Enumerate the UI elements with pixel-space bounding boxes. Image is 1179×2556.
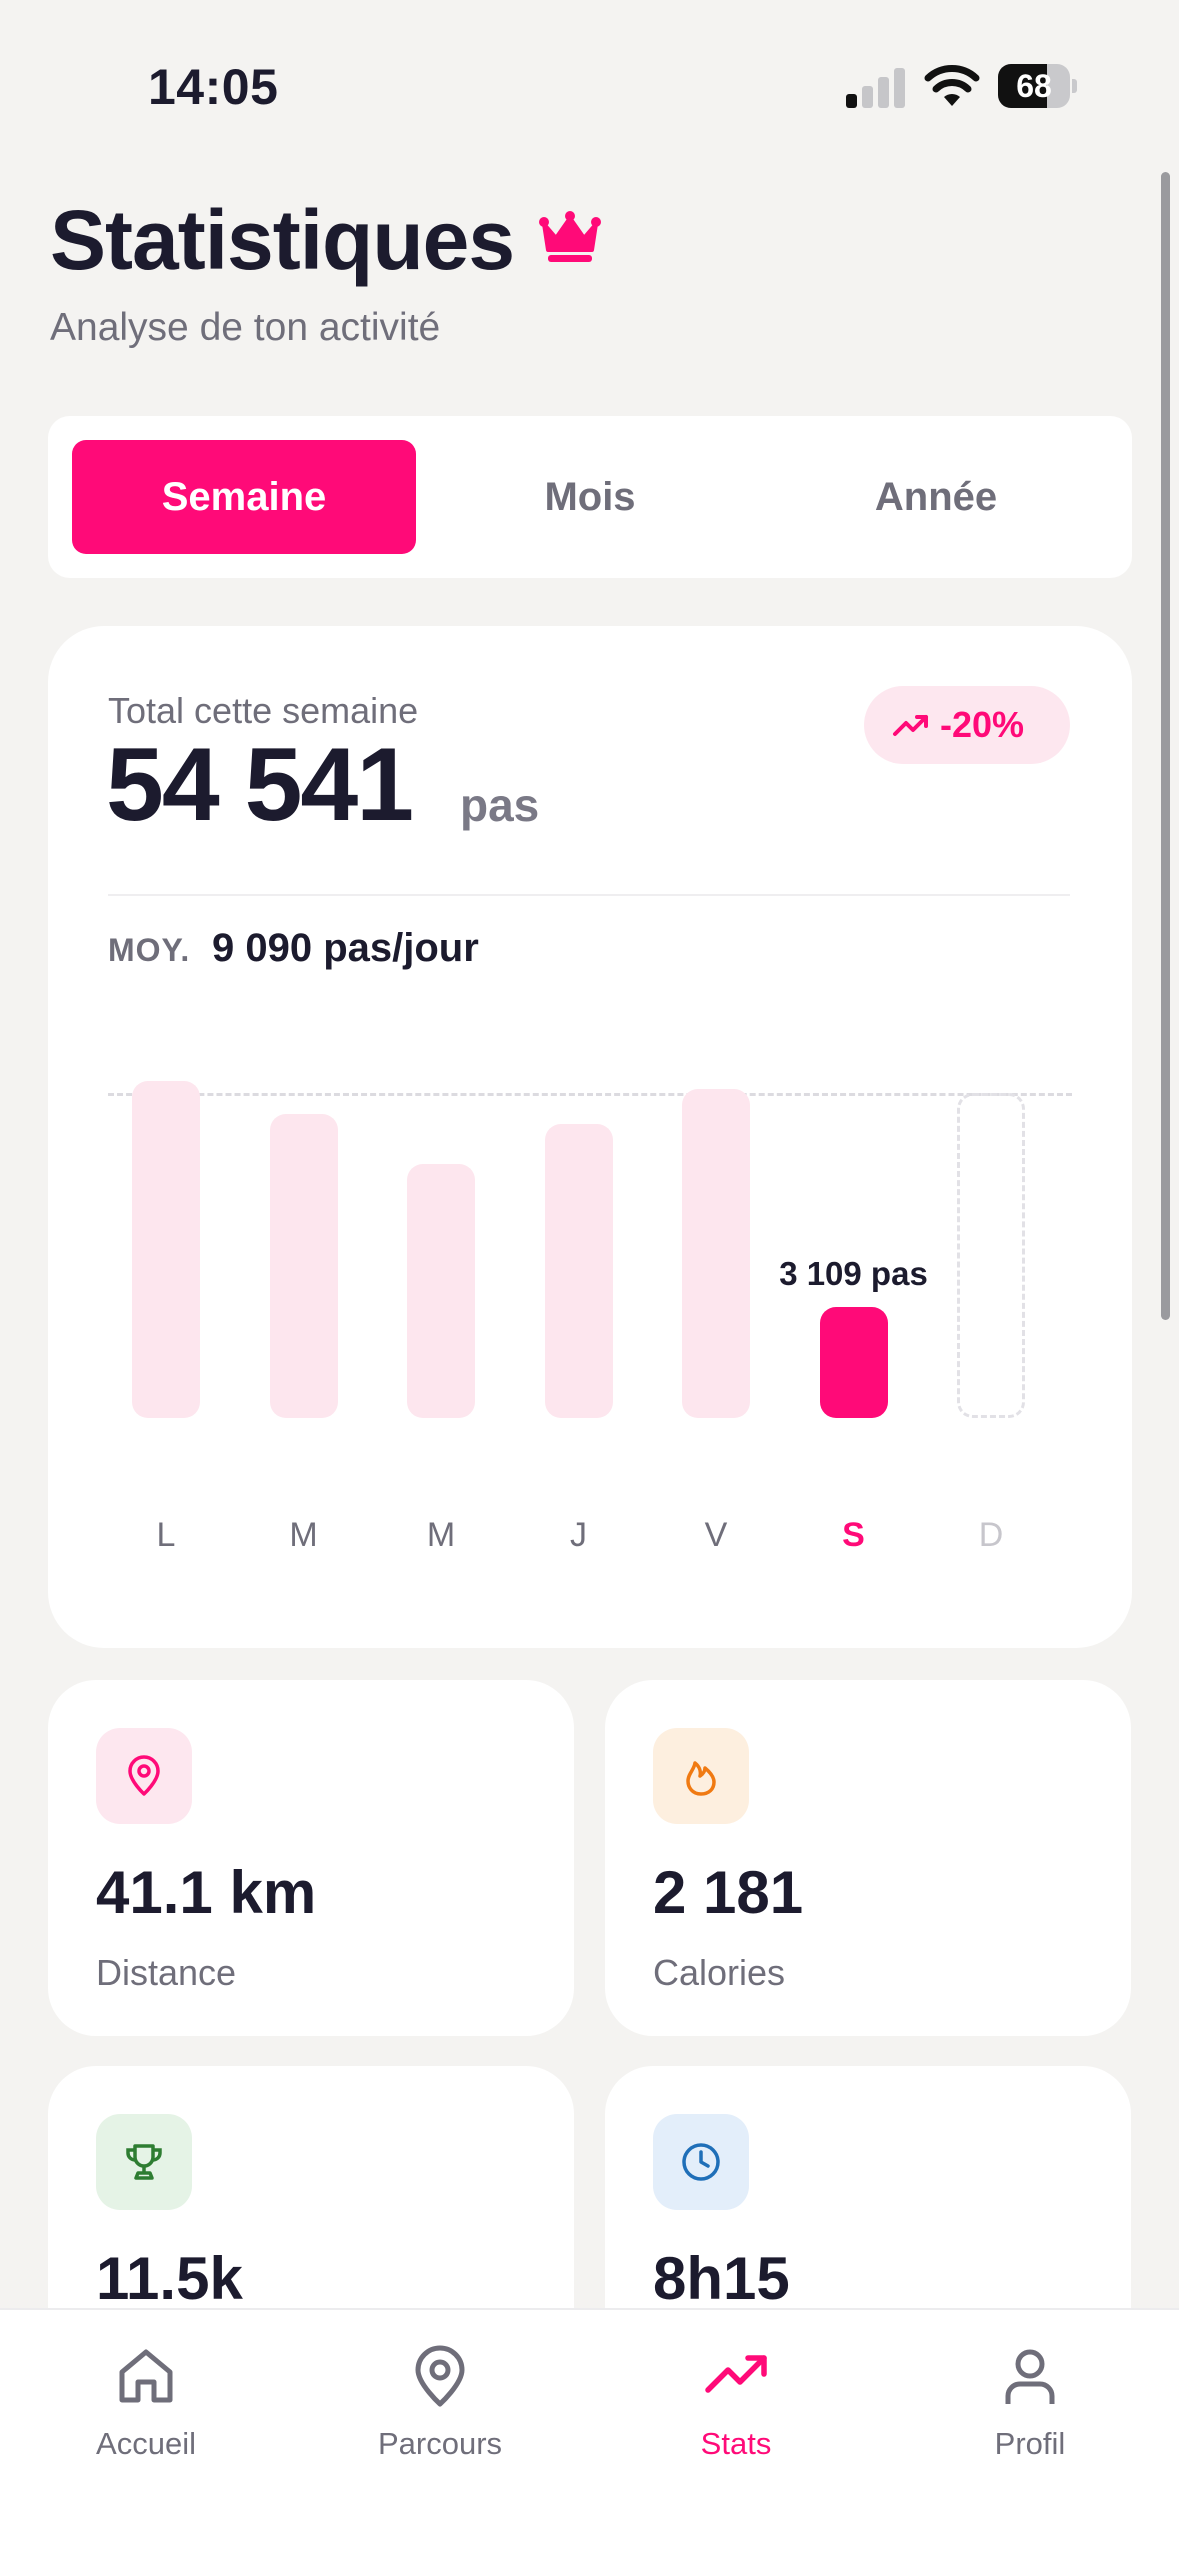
- chart-bar[interactable]: [819, 1306, 888, 1418]
- chart-bar[interactable]: [682, 1088, 750, 1418]
- tab-profil-label: Profil: [994, 2426, 1066, 2461]
- trending-up-icon: [705, 2355, 767, 2393]
- average-value: 9 090 pas/jour: [212, 926, 479, 970]
- period-selector: Semaine Mois Année: [48, 416, 1132, 578]
- time-card[interactable]: 8h15: [605, 2066, 1131, 2308]
- chart-day-label: D: [978, 1516, 1004, 1554]
- tab-parcours-label: Parcours: [377, 2426, 503, 2461]
- goal-card[interactable]: 11.5k: [48, 2066, 574, 2308]
- time-value: 8h15: [653, 2245, 790, 2308]
- user-icon: [1005, 2349, 1055, 2404]
- total-steps-unit: pas: [460, 779, 540, 831]
- status-bar: 14:05 68: [0, 0, 1179, 170]
- chart-day-label: S: [842, 1516, 865, 1554]
- page-title: Statistiques: [50, 193, 515, 287]
- location-pin-icon: [128, 1755, 160, 1796]
- tab-stats[interactable]: Stats: [621, 2330, 851, 2480]
- clock-icon: [682, 2143, 720, 2181]
- bottom-tab-bar: Accueil Parcours Stats Profil: [0, 2308, 1179, 2556]
- total-steps-value: 54 541: [106, 727, 414, 843]
- home-icon: [119, 2349, 173, 2403]
- battery-indicator: 68: [998, 64, 1078, 108]
- scrollbar[interactable]: [1161, 172, 1170, 1320]
- chart-bar[interactable]: [407, 1163, 475, 1418]
- trending-up-icon: [893, 715, 928, 736]
- page-subtitle: Analyse de ton activité: [50, 306, 441, 349]
- average-line: [108, 1092, 1072, 1096]
- tab-mois[interactable]: Mois: [418, 440, 762, 554]
- calories-value: 2 181: [653, 1859, 804, 1926]
- calories-icon-box: [653, 1728, 749, 1824]
- distance-value: 41.1 km: [96, 1859, 317, 1926]
- battery-level-label: 68: [1016, 68, 1052, 104]
- map-pin-icon: [415, 2345, 465, 2407]
- chart-bar[interactable]: [132, 1081, 200, 1418]
- distance-card[interactable]: 41.1 km Distance: [48, 1680, 574, 2036]
- weekly-steps-card: Total cette semaine 54 541 pas -20% MOY.…: [48, 626, 1132, 1648]
- chart-bar-future[interactable]: [957, 1092, 1025, 1418]
- chart-bar[interactable]: [544, 1124, 613, 1418]
- tab-semaine[interactable]: Semaine: [72, 440, 416, 554]
- weekly-steps-chart: L M M J V 3 109 pas S D: [108, 1046, 1072, 1566]
- tab-annee[interactable]: Année: [764, 440, 1108, 554]
- divider: [108, 894, 1070, 896]
- chart-day-label: M: [289, 1516, 318, 1554]
- tab-stats-label: Stats: [700, 2426, 772, 2461]
- trophy-icon-box: [96, 2114, 192, 2210]
- flame-icon: [686, 1761, 716, 1796]
- crown-icon: [539, 211, 601, 262]
- tab-accueil-label: Accueil: [96, 2426, 196, 2461]
- chart-bar-value-label: 3 109 pas: [779, 1254, 928, 1292]
- clock-icon-box: [653, 2114, 749, 2210]
- goal-value: 11.5k: [96, 2245, 243, 2308]
- calories-label: Calories: [653, 1952, 786, 1993]
- chart-day-label: L: [156, 1516, 176, 1554]
- status-time: 14:05: [148, 59, 279, 115]
- chart-day-label: J: [570, 1516, 587, 1554]
- chart-day-label: M: [426, 1516, 456, 1554]
- tab-profil[interactable]: Profil: [915, 2330, 1145, 2480]
- wifi-icon: [924, 65, 980, 106]
- tab-parcours[interactable]: Parcours: [325, 2330, 555, 2480]
- tab-accueil[interactable]: Accueil: [31, 2330, 261, 2480]
- average-label: MOY.: [108, 932, 191, 968]
- trophy-icon: [126, 2144, 162, 2180]
- calories-card[interactable]: 2 181 Calories: [605, 1680, 1131, 2036]
- cellular-signal-icon: [846, 66, 906, 108]
- distance-label: Distance: [96, 1952, 237, 1993]
- trend-badge: -20%: [864, 686, 1070, 764]
- chart-day-label: V: [704, 1516, 728, 1554]
- distance-icon-box: [96, 1728, 192, 1824]
- chart-bar[interactable]: [269, 1113, 338, 1418]
- trend-value: -20%: [940, 704, 1025, 745]
